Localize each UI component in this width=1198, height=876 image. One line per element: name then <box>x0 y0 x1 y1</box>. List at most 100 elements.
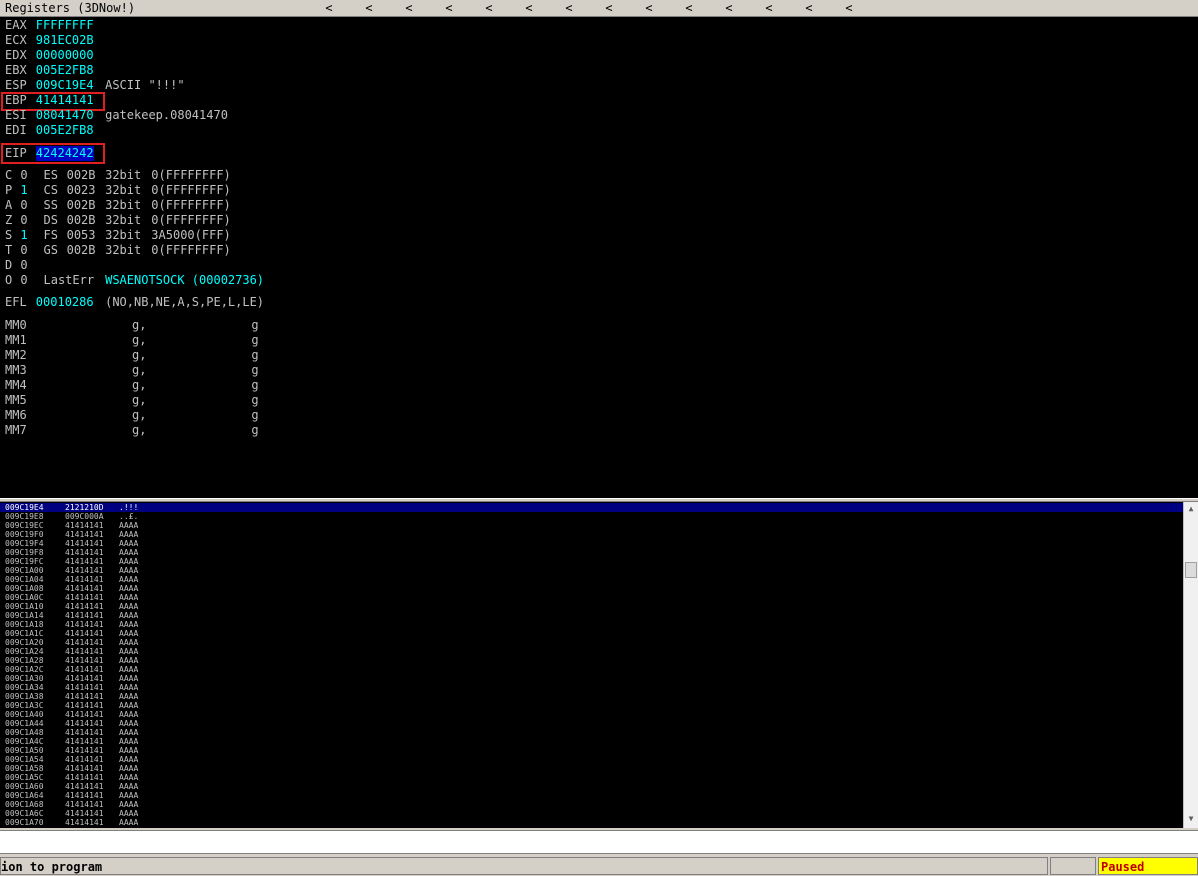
flag-value[interactable]: 1 <box>20 183 27 198</box>
command-line[interactable] <box>0 830 1198 854</box>
chevron-left-icon[interactable]: < <box>524 0 534 16</box>
register-value[interactable]: 42424242 <box>35 146 94 161</box>
chevron-left-icon[interactable]: < <box>364 0 374 16</box>
flag-value[interactable]: 0 <box>20 168 27 183</box>
stack-row[interactable]: 009C1A38 41414141 AAAA <box>0 692 1183 701</box>
register-value[interactable]: 009C19E4 <box>36 78 94 93</box>
segment-selector[interactable]: 002B <box>67 198 96 213</box>
flag-row[interactable]: P 1 CS 0023 32bit 0(FFFFFFFF) <box>5 183 231 198</box>
stack-row[interactable]: 009C1A1C 41414141 AAAA <box>0 629 1183 638</box>
stack-row[interactable]: 009C1A20 41414141 AAAA <box>0 638 1183 647</box>
stack-row[interactable]: 009C19F0 41414141 AAAA <box>0 530 1183 539</box>
register-mm3[interactable]: MM3 g, g <box>5 363 259 378</box>
register-value[interactable]: 005E2FB8 <box>36 63 94 78</box>
flag-value[interactable]: 0 <box>20 243 27 258</box>
chevron-left-icon[interactable]: < <box>564 0 574 16</box>
stack-row[interactable]: 009C1A48 41414141 AAAA <box>0 728 1183 737</box>
segment-selector[interactable]: 0023 <box>67 183 96 198</box>
stack-row[interactable]: 009C1A5C 41414141 AAAA <box>0 773 1183 782</box>
stack-pane[interactable]: 009C19E4 2121210D.!!! 009C19E8 009C000A ..£.… <box>0 502 1183 828</box>
chevron-left-icon[interactable]: < <box>444 0 454 16</box>
register-mm4[interactable]: MM4 g, g <box>5 378 259 393</box>
register-mm5[interactable]: MM5 g, g <box>5 393 259 408</box>
chevron-left-icon[interactable]: < <box>804 0 814 16</box>
stack-row[interactable]: 009C1A44 41414141 AAAA <box>0 719 1183 728</box>
scroll-down-icon[interactable]: ▼ <box>1184 812 1198 826</box>
stack-row[interactable]: 009C1A70 41414141 AAAA <box>0 818 1183 827</box>
stack-row[interactable]: 009C1A24 41414141 AAAA <box>0 647 1183 656</box>
stack-row[interactable]: 009C1A40 41414141 AAAA <box>0 710 1183 719</box>
stack-row[interactable]: 009C1A14 41414141 AAAA <box>0 611 1183 620</box>
stack-row[interactable]: 009C1A18 41414141 AAAA <box>0 620 1183 629</box>
stack-row[interactable]: 009C1A0C 41414141 AAAA <box>0 593 1183 602</box>
stack-row[interactable]: 009C1A04 41414141 AAAA <box>0 575 1183 584</box>
stack-row[interactable]: 009C1A30 41414141 AAAA <box>0 674 1183 683</box>
register-mm1[interactable]: MM1 g, g <box>5 333 259 348</box>
register-value[interactable]: 981EC02B <box>36 33 94 48</box>
lasterr-value[interactable]: WSAENOTSOCK (00002736) <box>105 273 264 288</box>
segment-selector[interactable]: 002B <box>67 243 96 258</box>
register-ebp[interactable]: EBP 41414141 <box>5 93 94 108</box>
flag-row[interactable]: D0 <box>5 258 28 273</box>
scroll-up-icon[interactable]: ▲ <box>1184 502 1198 516</box>
register-value[interactable]: 41414141 <box>36 93 94 108</box>
flag-row[interactable]: O0 <box>5 273 28 288</box>
chevron-left-icon[interactable]: < <box>644 0 654 16</box>
flag-value[interactable]: 1 <box>20 228 27 243</box>
chevron-left-icon[interactable]: < <box>604 0 614 16</box>
register-mm2[interactable]: MM2 g, g <box>5 348 259 363</box>
flag-row[interactable]: S 1 FS 0053 32bit 3A5000(FFF) <box>5 228 231 243</box>
flag-value[interactable]: 0 <box>20 258 27 273</box>
segment-selector[interactable]: 002B <box>67 168 96 183</box>
efl-row[interactable]: EFL 00010286 (NO,NB,NE,A,S,PE,L,LE) <box>5 295 264 310</box>
stack-scrollbar[interactable]: ▲ ▼ <box>1183 502 1198 828</box>
stack-row[interactable]: 009C19F8 41414141 AAAA <box>0 548 1183 557</box>
stack-row[interactable]: 009C1A54 41414141 AAAA <box>0 755 1183 764</box>
register-eax[interactable]: EAX FFFFFFFF <box>5 18 94 33</box>
stack-row[interactable]: 009C19FC 41414141 AAAA <box>0 557 1183 566</box>
stack-row[interactable]: 009C1A4C 41414141 AAAA <box>0 737 1183 746</box>
stack-row[interactable]: 009C1A10 41414141 AAAA <box>0 602 1183 611</box>
register-value[interactable]: 00000000 <box>36 48 94 63</box>
flag-row[interactable]: C 0 ES 002B 32bit 0(FFFFFFFF) <box>5 168 231 183</box>
register-ecx[interactable]: ECX 981EC02B <box>5 33 94 48</box>
segment-selector[interactable]: 0053 <box>67 228 96 243</box>
flag-value[interactable]: 0 <box>20 213 27 228</box>
stack-scroll-thumb[interactable] <box>1185 562 1197 578</box>
command-input[interactable] <box>2 833 1196 853</box>
stack-row[interactable]: 009C1A60 41414141 AAAA <box>0 782 1183 791</box>
register-value[interactable]: FFFFFFFF <box>36 18 94 33</box>
register-value[interactable]: 08041470 <box>36 108 94 123</box>
register-edi[interactable]: EDI 005E2FB8 <box>5 123 94 138</box>
chevron-left-icon[interactable]: < <box>484 0 494 16</box>
chevron-left-icon[interactable]: < <box>844 0 854 16</box>
chevron-left-icon[interactable]: < <box>724 0 734 16</box>
efl-value[interactable]: 00010286 <box>36 295 94 310</box>
stack-row[interactable]: 009C19E4 2121210D.!!! <box>0 503 1183 512</box>
chevron-left-icon[interactable]: < <box>684 0 694 16</box>
stack-row[interactable]: 009C1A08 41414141 AAAA <box>0 584 1183 593</box>
chevron-left-icon[interactable]: < <box>764 0 774 16</box>
stack-row[interactable]: 009C1A68 41414141 AAAA <box>0 800 1183 809</box>
register-ebx[interactable]: EBX 005E2FB8 <box>5 63 94 78</box>
register-esp[interactable]: ESP 009C19E4 ASCII "!!!" <box>5 78 185 93</box>
flag-value[interactable]: 0 <box>20 198 27 213</box>
register-mm7[interactable]: MM7 g, g <box>5 423 259 438</box>
flag-row[interactable]: T 0 GS 002B 32bit 0(FFFFFFFF) <box>5 243 231 258</box>
stack-row[interactable]: 009C19E8 009C000A ..£. <box>0 512 1183 521</box>
stack-row[interactable]: 009C1A3C 41414141 AAAA <box>0 701 1183 710</box>
flag-value[interactable]: 0 <box>20 273 27 288</box>
stack-row[interactable]: 009C19EC 41414141 AAAA <box>0 521 1183 530</box>
stack-row[interactable]: 009C1A34 41414141 AAAA <box>0 683 1183 692</box>
register-esi[interactable]: ESI 08041470 gatekeep.08041470 <box>5 108 228 123</box>
flag-row[interactable]: A 0 SS 002B 32bit 0(FFFFFFFF) <box>5 198 231 213</box>
register-mm6[interactable]: MM6 g, g <box>5 408 259 423</box>
register-mm0[interactable]: MM0 g, g <box>5 318 259 333</box>
chevron-left-icon[interactable]: < <box>404 0 414 16</box>
register-edx[interactable]: EDX 00000000 <box>5 48 94 63</box>
register-value[interactable]: 005E2FB8 <box>36 123 94 138</box>
stack-row[interactable]: 009C1A00 41414141 AAAA <box>0 566 1183 575</box>
stack-row[interactable]: 009C1A2C 41414141 AAAA <box>0 665 1183 674</box>
stack-row[interactable]: 009C1A58 41414141 AAAA <box>0 764 1183 773</box>
stack-row[interactable]: 009C19F4 41414141 AAAA <box>0 539 1183 548</box>
